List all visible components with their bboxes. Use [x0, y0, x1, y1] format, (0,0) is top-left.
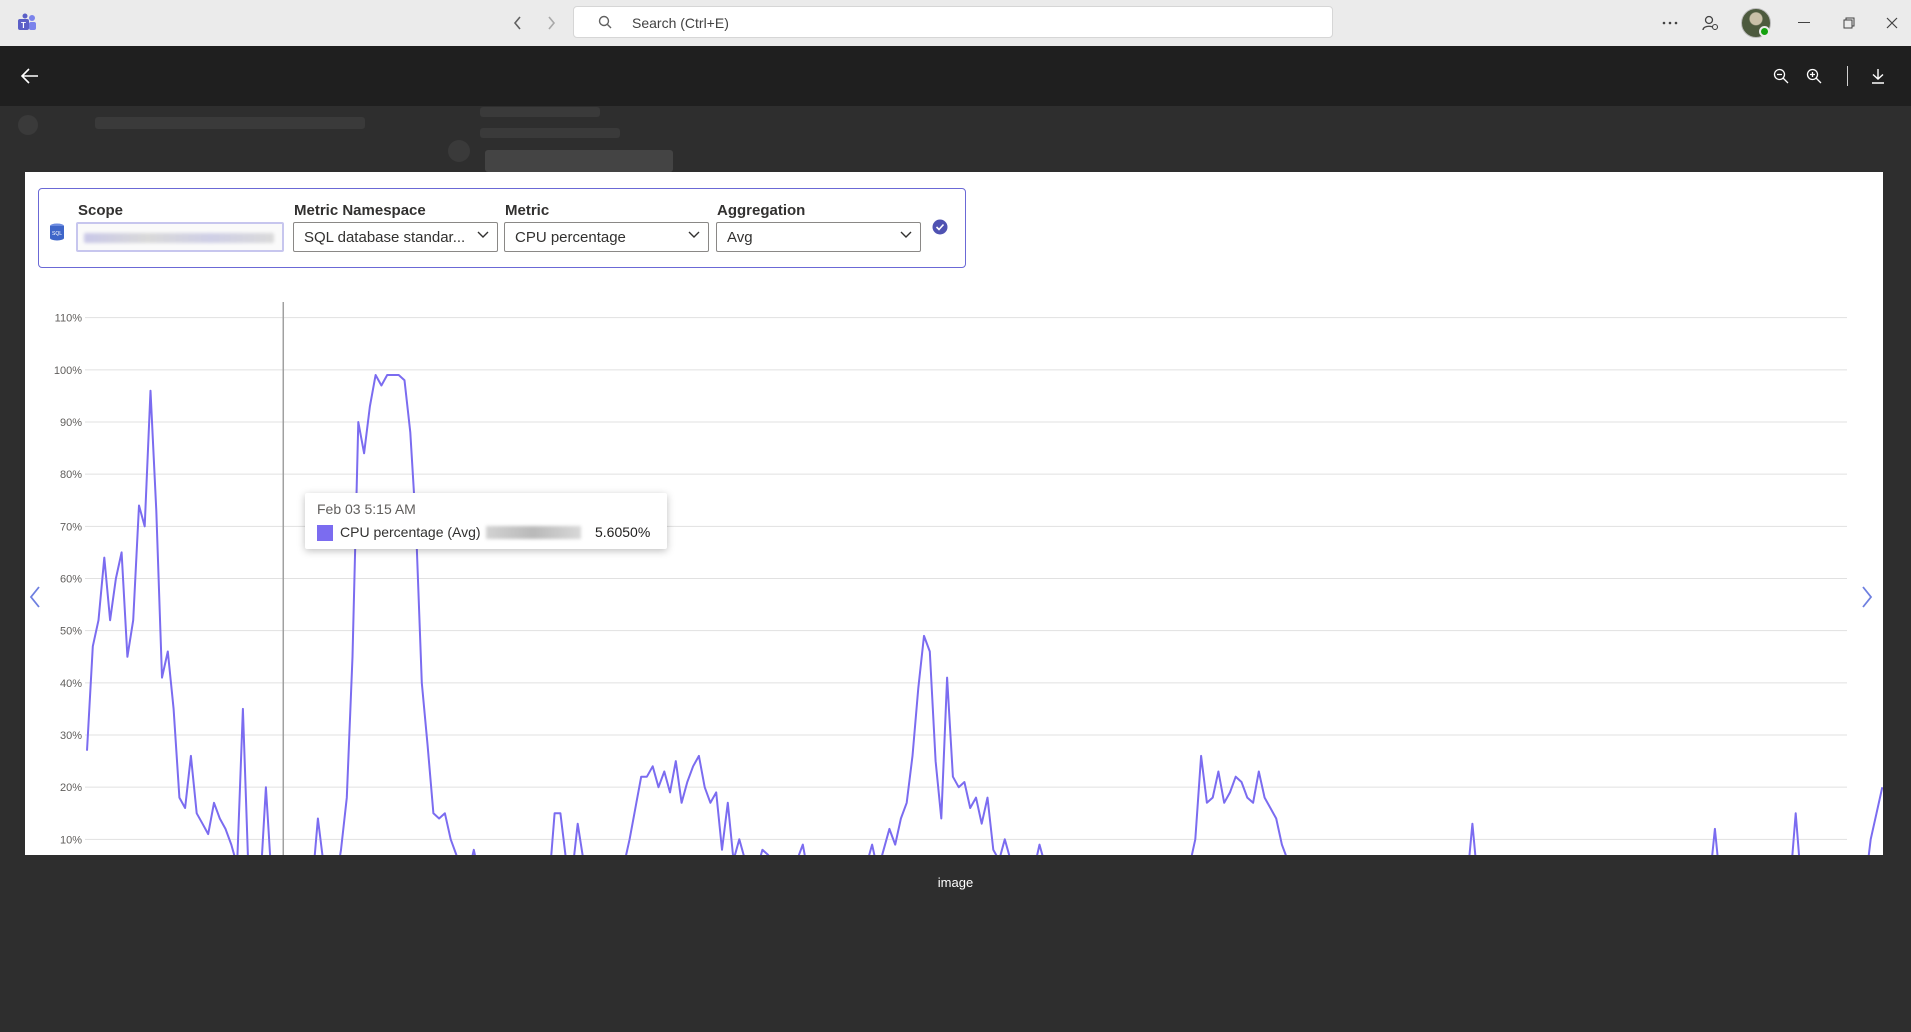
people-settings-icon[interactable]: [1697, 10, 1723, 36]
zoom-out-icon[interactable]: [1769, 64, 1793, 88]
previous-image-icon[interactable]: [25, 582, 45, 612]
search-icon: [598, 15, 612, 29]
back-arrow-icon[interactable]: [18, 64, 42, 88]
search-placeholder: Search (Ctrl+E): [632, 15, 729, 31]
namespace-dropdown[interactable]: SQL database standar...: [293, 222, 498, 252]
scope-field[interactable]: [76, 222, 284, 252]
y-tick-label: 10%: [60, 834, 82, 846]
close-icon[interactable]: [1879, 10, 1905, 36]
y-tick-label: 50%: [60, 626, 82, 638]
metric-selector-panel: SQL Scope Metric Namespace SQL database …: [38, 188, 966, 268]
y-tick-label: 70%: [60, 521, 82, 533]
y-tick-label: 100%: [54, 365, 82, 377]
tooltip-series-label: CPU percentage (Avg): [340, 524, 481, 540]
background-avatar: [18, 115, 38, 135]
series-color-swatch: [317, 525, 333, 541]
zoom-in-icon[interactable]: [1802, 64, 1826, 88]
namespace-value: SQL database standar...: [304, 229, 466, 246]
next-image-icon[interactable]: [1857, 582, 1877, 612]
image-caption: image: [937, 875, 974, 890]
presence-status-icon: [1759, 26, 1770, 37]
image-viewer-toolbar: [0, 46, 1911, 106]
svg-text:T: T: [21, 21, 26, 30]
chevron-down-icon: [477, 231, 489, 238]
svg-text:SQL: SQL: [52, 231, 62, 237]
search-input[interactable]: Search (Ctrl+E): [573, 6, 1333, 38]
metric-dropdown[interactable]: CPU percentage: [504, 222, 709, 252]
background-avatar: [448, 140, 470, 162]
namespace-label: Metric Namespace: [294, 202, 426, 219]
metric-label: Metric: [505, 202, 550, 219]
y-tick-label: 110%: [55, 313, 83, 325]
chevron-down-icon: [900, 231, 912, 238]
background-text: [480, 107, 600, 117]
tooltip-time: Feb 03 5:15 AM: [317, 501, 416, 517]
scope-label: Scope: [78, 202, 124, 219]
toolbar-divider: [1847, 66, 1848, 86]
redacted-resource-name: [486, 526, 581, 539]
redacted-scope: [84, 233, 274, 243]
chart-tooltip: Feb 03 5:15 AM CPU percentage (Avg) 5.60…: [305, 493, 667, 549]
confirm-check-icon[interactable]: [932, 219, 948, 235]
aggregation-dropdown[interactable]: Avg: [716, 222, 921, 252]
aggregation-value: Avg: [727, 229, 753, 246]
y-tick-label: 60%: [60, 574, 82, 586]
teams-logo-icon[interactable]: T: [16, 12, 38, 34]
background-text: [480, 128, 620, 138]
y-tick-label: 40%: [60, 678, 82, 690]
sql-database-icon: SQL: [49, 223, 65, 241]
background-text: [95, 117, 365, 129]
back-nav-icon[interactable]: [505, 10, 531, 36]
y-tick-label: 30%: [60, 730, 82, 742]
metric-value: CPU percentage: [515, 229, 626, 246]
tooltip-value: 5.6050%: [595, 524, 651, 540]
aggregation-label: Aggregation: [717, 202, 806, 219]
minimize-icon[interactable]: [1791, 10, 1817, 36]
y-tick-label: 80%: [60, 469, 82, 481]
forward-nav-icon[interactable]: [538, 10, 564, 36]
y-tick-label: 20%: [60, 782, 82, 794]
series-line-cpu-percentage[interactable]: [86, 374, 1883, 855]
more-options-icon[interactable]: [1657, 10, 1683, 36]
y-tick-label: 90%: [60, 417, 82, 429]
title-bar: T Search (Ctrl+E): [0, 0, 1911, 46]
download-icon[interactable]: [1866, 64, 1890, 88]
cpu-line-chart: 10% 20% 30% 40% 50% 60% 70% 80% 90% 100% 110%: [54, 302, 1883, 855]
restore-icon[interactable]: [1836, 10, 1862, 36]
image-preview: SQL Scope Metric Namespace SQL database …: [25, 172, 1883, 855]
background-bar: [485, 150, 673, 172]
chevron-down-icon: [688, 231, 700, 238]
